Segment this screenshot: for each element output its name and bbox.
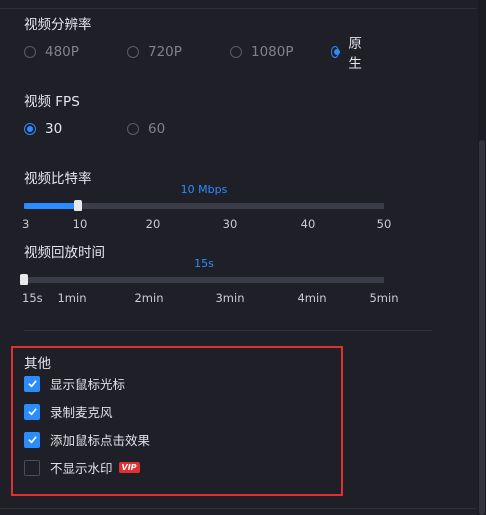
checkbox-no-watermark[interactable]: 不显示水印 VIP [24, 459, 140, 476]
playback-ticks: 15s 1min 2min 3min 4min 5min [22, 291, 399, 305]
tick-label: 30 [222, 217, 238, 231]
radio-720p[interactable]: 720P [127, 43, 182, 61]
tick-label: 50 [376, 217, 392, 231]
radio-circle [127, 123, 139, 135]
radio-circle-selected [24, 123, 36, 135]
bitrate-ticks: 3 10 20 30 40 50 [22, 217, 391, 231]
bitrate-slider-thumb[interactable] [74, 200, 82, 211]
vip-badge: VIP [118, 462, 140, 473]
tick-label: 10 [72, 217, 88, 231]
playback-value: 15s [194, 257, 214, 270]
radio-circle [230, 46, 242, 58]
checkbox-show-cursor[interactable]: 显示鼠标光标 [24, 375, 125, 392]
scrollbar-thumb[interactable] [479, 140, 485, 515]
fps-label: 视频 FPS [24, 94, 80, 110]
other-section-title: 其他 [24, 356, 51, 372]
checkbox-record-mic[interactable]: 录制麦克风 [24, 403, 113, 420]
checkbox-checked-icon [24, 431, 40, 448]
radio-circle-selected [331, 46, 341, 58]
tick-label: 40 [300, 217, 316, 231]
radio-native[interactable]: 原生 [331, 36, 366, 72]
checkbox-checked-icon [24, 403, 40, 420]
tick-label: 3min [215, 291, 245, 305]
radio-fps-30[interactable]: 30 [24, 120, 62, 138]
radio-480p[interactable]: 480P [24, 43, 79, 61]
radio-circle [127, 46, 139, 58]
playback-slider-thumb[interactable] [20, 274, 28, 285]
radio-fps-60[interactable]: 60 [127, 120, 165, 138]
top-divider [0, 8, 476, 9]
checkbox-checked-icon [24, 375, 40, 392]
checkbox-unchecked-icon [24, 459, 40, 476]
tick-label: 4min [297, 291, 327, 305]
tick-label: 1min [57, 291, 87, 305]
bitrate-slider-track[interactable] [24, 200, 384, 211]
playback-slider-track[interactable] [20, 274, 384, 285]
resolution-label: 视频分辨率 [24, 17, 92, 33]
radio-1080p[interactable]: 1080P [230, 43, 294, 61]
bottom-divider [0, 508, 476, 509]
checkbox-click-effect[interactable]: 添加鼠标点击效果 [24, 431, 150, 448]
tick-label: 5min [369, 291, 399, 305]
bitrate-value: 10 Mbps [180, 183, 228, 196]
radio-circle [24, 46, 36, 58]
tick-label: 15s [22, 291, 43, 305]
tick-label: 20 [145, 217, 161, 231]
section-divider [24, 330, 432, 331]
bitrate-slider-fill [24, 203, 78, 209]
tick-label: 3 [22, 217, 30, 231]
tick-label: 2min [134, 291, 164, 305]
scrollbar-track[interactable] [478, 0, 486, 515]
